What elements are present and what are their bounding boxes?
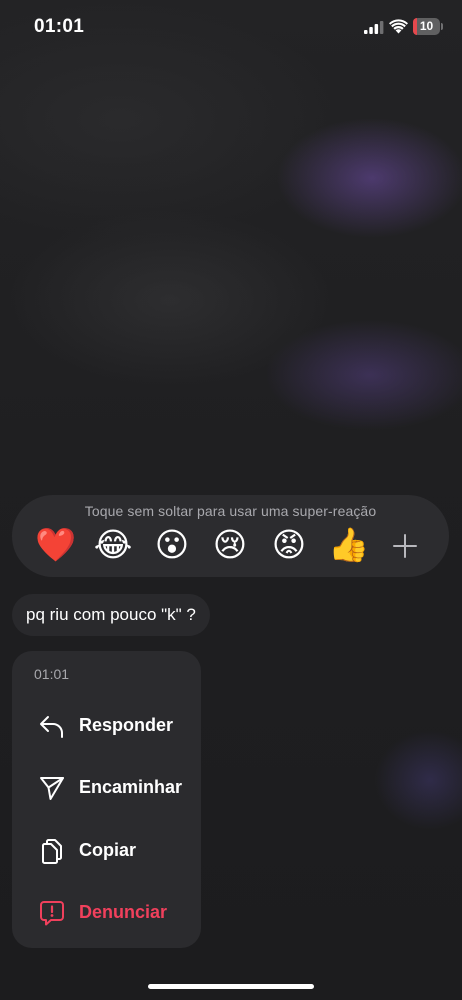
copy-icon xyxy=(42,839,62,864)
copy-menu-item[interactable]: Copiar xyxy=(12,824,201,876)
reaction-bar: Toque sem soltar para usar uma super-rea… xyxy=(12,495,449,577)
reply-menu-item[interactable]: Responder xyxy=(12,699,201,751)
reaction-laugh[interactable]: 😂 xyxy=(93,525,133,565)
battery-level: 10 xyxy=(419,19,434,33)
reaction-hint: Toque sem soltar para usar uma super-rea… xyxy=(84,503,377,519)
report-label: Denunciar xyxy=(79,902,168,922)
reaction-heart[interactable]: ❤️ xyxy=(35,525,76,565)
message-context-menu: 01:01 Responder Encaminhar Copiar Denunc… xyxy=(12,651,201,948)
home-indicator[interactable] xyxy=(148,984,314,989)
reply-icon xyxy=(40,716,63,738)
plus-icon[interactable] xyxy=(392,533,418,559)
copy-label: Copiar xyxy=(79,840,137,860)
cellular-signal-icon xyxy=(364,21,384,34)
battery-indicator: 10 xyxy=(413,18,440,35)
status-time: 01:01 xyxy=(34,16,85,37)
reaction-wow[interactable]: 😮 xyxy=(152,525,192,565)
reaction-angry[interactable]: 😡 xyxy=(269,525,309,565)
send-icon xyxy=(40,777,64,800)
wifi-icon xyxy=(389,19,408,34)
report-icon xyxy=(40,901,64,926)
forward-label: Encaminhar xyxy=(79,777,183,797)
reaction-cry[interactable]: 😢 xyxy=(210,525,250,565)
message-timestamp: 01:01 xyxy=(34,666,70,682)
screen: 01:01 10 Toque sem soltar para usar uma … xyxy=(0,0,462,1000)
status-bar: 01:01 10 xyxy=(0,0,462,56)
message-bubble[interactable]: pq riu com pouco "k" ? xyxy=(12,594,210,636)
reply-label: Responder xyxy=(79,715,174,735)
battery-cap xyxy=(441,23,443,30)
forward-menu-item[interactable]: Encaminhar xyxy=(12,761,201,813)
reaction-thumbs-up[interactable]: 👍 xyxy=(328,525,369,565)
report-menu-item[interactable]: Denunciar xyxy=(12,886,201,938)
